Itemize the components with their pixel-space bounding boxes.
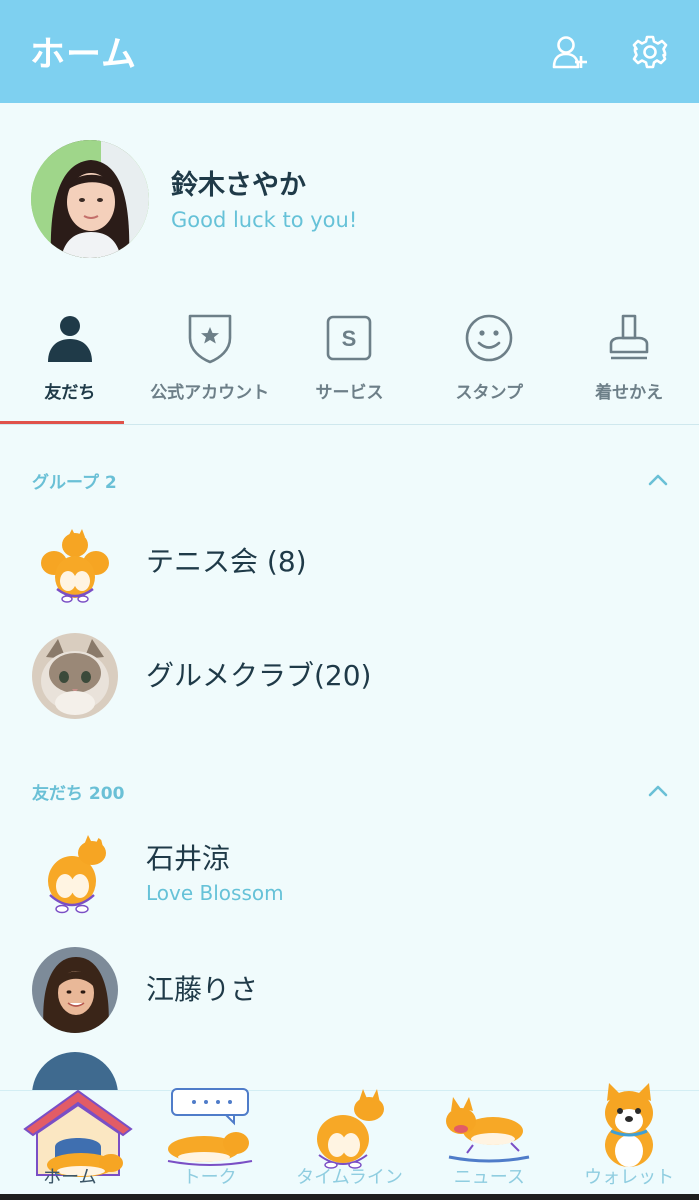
friend-name: 石井涼 xyxy=(146,842,231,875)
person-icon xyxy=(42,310,98,366)
tab-label: スタンプ xyxy=(455,383,524,403)
nav-label: ニュース xyxy=(453,1167,525,1188)
group-avatar-cat xyxy=(32,633,118,719)
group-row[interactable]: グルメクラブ(20) xyxy=(0,626,699,726)
tab-stickers[interactable]: スタンプ xyxy=(419,300,559,424)
nav-label: タイムライン xyxy=(296,1167,403,1188)
svg-text:S: S xyxy=(342,326,357,351)
home-screen: ホーム 鈴木さやか Good luck to you! 友だち 公式アカウント … xyxy=(0,0,699,1200)
nav-wallet[interactable]: ウォレット xyxy=(559,1083,699,1195)
friend-text: 江藤りさ xyxy=(146,972,258,1008)
tab-label: 友だち xyxy=(44,383,96,403)
settings-icon[interactable] xyxy=(629,31,671,73)
wallet-dog-icon xyxy=(587,1081,671,1173)
nav-talk[interactable]: トーク xyxy=(140,1088,280,1195)
section-title: グループ 2 xyxy=(32,472,117,493)
profile-text: 鈴木さやか Good luck to you! xyxy=(171,169,357,235)
nav-label: ホーム xyxy=(43,1167,97,1188)
group-name: テニス会 (8) xyxy=(146,545,307,578)
services-icon: S xyxy=(321,310,377,366)
friend-avatar-corgi xyxy=(32,831,118,917)
friend-status-message: Love Blossom xyxy=(146,881,284,905)
tab-label: 公式アカウント xyxy=(150,383,270,403)
add-friend-icon[interactable] xyxy=(549,31,591,73)
my-profile[interactable]: 鈴木さやか Good luck to you! xyxy=(31,140,357,258)
section-title: 友だち 200 xyxy=(32,783,125,804)
friend-text: 石井涼 Love Blossom xyxy=(146,841,284,907)
avatar[interactable] xyxy=(31,140,149,258)
nav-label: ウォレット xyxy=(584,1167,675,1188)
smiley-icon xyxy=(461,310,517,366)
friends-section-header[interactable]: 友だち 200 xyxy=(0,771,699,811)
theme-brush-icon xyxy=(601,310,657,366)
friend-row[interactable]: 江藤りさ xyxy=(0,940,699,1040)
tab-label: サービス xyxy=(315,383,384,403)
nav-label: トーク xyxy=(182,1167,237,1188)
tab-services[interactable]: S サービス xyxy=(280,300,420,424)
groups-section-header[interactable]: グループ 2 xyxy=(0,460,699,500)
page-title: ホーム xyxy=(30,35,137,75)
group-text: グルメクラブ(20) xyxy=(146,658,371,694)
group-avatar-corgis xyxy=(32,519,118,605)
nav-timeline[interactable]: タイムライン xyxy=(280,1089,420,1195)
tab-friends[interactable]: 友だち xyxy=(0,300,140,424)
timeline-dog-icon xyxy=(301,1085,397,1173)
official-account-icon xyxy=(182,310,238,366)
chevron-up-icon[interactable] xyxy=(647,469,669,491)
friend-avatar-photo xyxy=(32,947,118,1033)
tab-official-accounts[interactable]: 公式アカウント xyxy=(140,300,280,424)
group-name: グルメクラブ(20) xyxy=(146,659,372,692)
profile-name: 鈴木さやか xyxy=(171,170,306,201)
tab-label: 着せかえ xyxy=(595,383,664,403)
news-running-dog-icon xyxy=(439,1087,539,1171)
profile-status-message: Good luck to you! xyxy=(171,208,358,232)
talk-sleeping-dog-icon xyxy=(160,1087,260,1171)
category-tabs: 友だち 公式アカウント S サービス スタンプ 着せかえ xyxy=(0,300,699,424)
nav-home[interactable]: ホーム xyxy=(0,1089,140,1195)
app-header: ホーム xyxy=(0,0,699,103)
chevron-up-icon[interactable] xyxy=(647,780,669,802)
tab-themes[interactable]: 着せかえ xyxy=(559,300,699,424)
divider xyxy=(0,424,699,425)
nav-news[interactable]: ニュース xyxy=(419,1091,559,1195)
friend-row[interactable]: 石井涼 Love Blossom xyxy=(0,824,699,924)
group-text: テニス会 (8) xyxy=(146,544,307,580)
friend-name: 江藤りさ xyxy=(146,973,259,1006)
bottom-navigation: ホーム トーク タイムライン ニュース ウォレット xyxy=(0,1083,699,1200)
group-row[interactable]: テニス会 (8) xyxy=(0,512,699,612)
